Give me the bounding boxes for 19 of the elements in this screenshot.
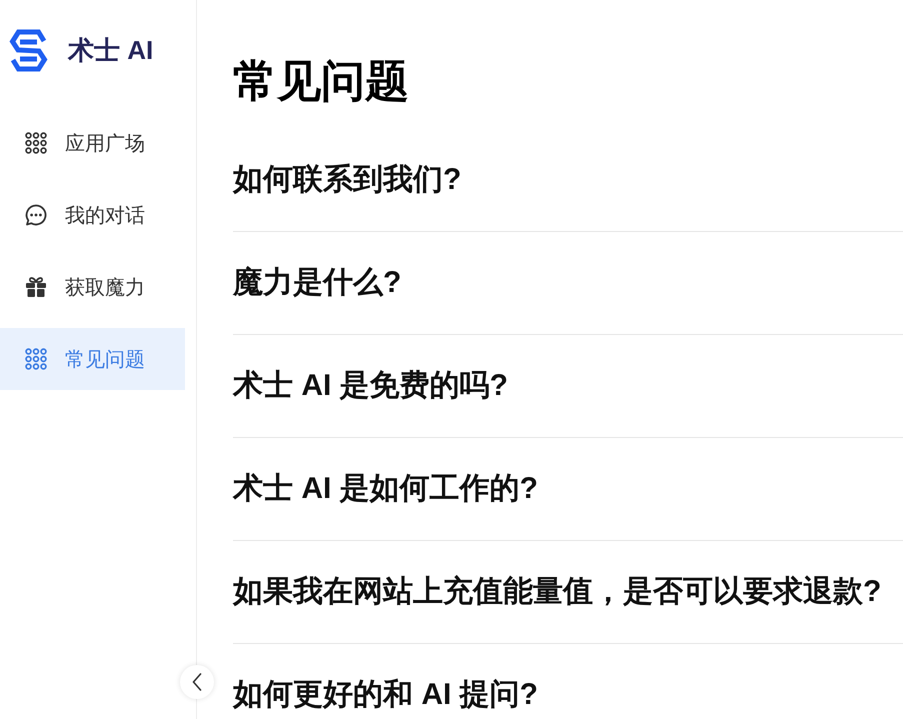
page-title: 常见问题 (233, 56, 410, 108)
faq-question[interactable]: 术士 AI 是如何工作的? (233, 473, 538, 505)
faq-question[interactable]: 如何联系到我们? (233, 164, 462, 196)
nav-item[interactable]: 常见问题 (0, 328, 185, 390)
faq-question[interactable]: 如何更好的和 AI 提问? (233, 679, 538, 711)
chevron-left-icon (192, 673, 202, 691)
chat-bubble-icon (25, 204, 47, 226)
nav-item[interactable]: 应用广场 (0, 112, 185, 174)
nav-item[interactable]: 获取魔力 (0, 256, 185, 318)
grid-icon (25, 132, 47, 154)
collapse-button[interactable] (180, 665, 214, 699)
gift-icon (25, 276, 47, 298)
faq-question[interactable]: 魔力是什么? (233, 267, 402, 299)
nav-item[interactable]: 我的对话 (0, 184, 185, 246)
brand-name: 术士 AI (68, 34, 154, 66)
faq-question[interactable]: 术士 AI 是免费的吗? (233, 370, 508, 402)
logo-icon (7, 28, 50, 72)
grid-icon (25, 348, 47, 370)
faq-question[interactable]: 如果我在网站上充值能量值，是否可以要求退款? (233, 576, 882, 608)
